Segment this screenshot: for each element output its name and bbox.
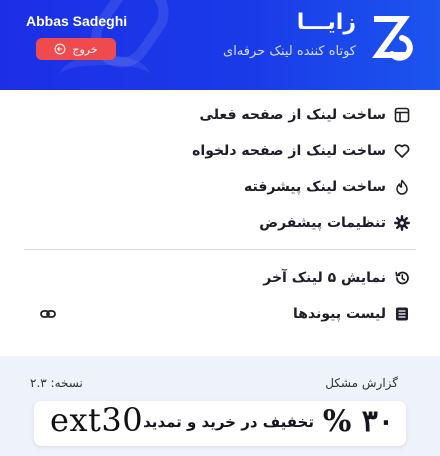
promo-code: ext30	[50, 401, 144, 439]
link-icon[interactable]	[40, 306, 56, 322]
promo-banner[interactable]: ۳۰ % تخفیف در خرید و تمدید ext30	[34, 401, 406, 446]
logout-button[interactable]: خروج	[36, 38, 116, 60]
decorative-shape	[60, 55, 150, 90]
promo-percent: ۳۰ %	[322, 404, 394, 439]
heart-icon	[394, 144, 410, 158]
menu-item-last-5-links[interactable]: نمایش ۵ لینک آخر	[263, 263, 410, 293]
layout-icon	[394, 107, 410, 123]
menu-item-label: ساخت لینک از صفحه دلخواه	[192, 143, 386, 159]
user-name: Abbas Sadeghi	[26, 13, 128, 29]
zaya-logo-icon	[372, 16, 413, 61]
menu-item-label: نمایش ۵ لینک آخر	[263, 270, 386, 286]
menu-item-label: لیست پیوندها	[293, 306, 386, 322]
brand-name: زایـــا	[296, 10, 356, 35]
report-problem-link[interactable]: گزارش مشکل	[325, 376, 398, 390]
menu-divider	[24, 249, 416, 250]
logout-label: خروج	[72, 42, 98, 56]
menu-item-current-page-link[interactable]: ساخت لینک از صفحه فعلی	[200, 100, 410, 130]
menu-item-custom-page-link[interactable]: ساخت لینک از صفحه دلخواه	[192, 136, 410, 166]
list-icon	[396, 307, 408, 321]
menu-item-advanced-link[interactable]: ساخت لینک پیشرفته	[244, 172, 410, 202]
flame-icon	[396, 179, 408, 195]
promo-text: تخفیف در خرید و تمدید	[143, 413, 314, 431]
version-label: نسخه: ۲.۳	[30, 376, 83, 390]
menu-item-links-list[interactable]: لیست پیوندها	[293, 299, 410, 329]
menu-item-label: تنظیمات پیشفرض	[259, 215, 386, 231]
menu-item-label: ساخت لینک پیشرفته	[243, 179, 386, 195]
logout-icon	[54, 43, 66, 55]
brand-tagline: کوتاه کننده لینک حرفه‌ای	[223, 44, 356, 59]
footer: گزارش مشکل نسخه: ۲.۳ ۳۰ % تخفیف در خرید …	[0, 356, 440, 456]
menu-item-default-settings[interactable]: تنظیمات پیشفرض	[259, 208, 410, 238]
gear-icon	[394, 215, 410, 231]
menu-item-label: ساخت لینک از صفحه فعلی	[199, 107, 386, 123]
app-header: زایـــا کوتاه کننده لینک حرفه‌ای Abbas S…	[0, 0, 440, 90]
history-icon	[395, 271, 409, 285]
